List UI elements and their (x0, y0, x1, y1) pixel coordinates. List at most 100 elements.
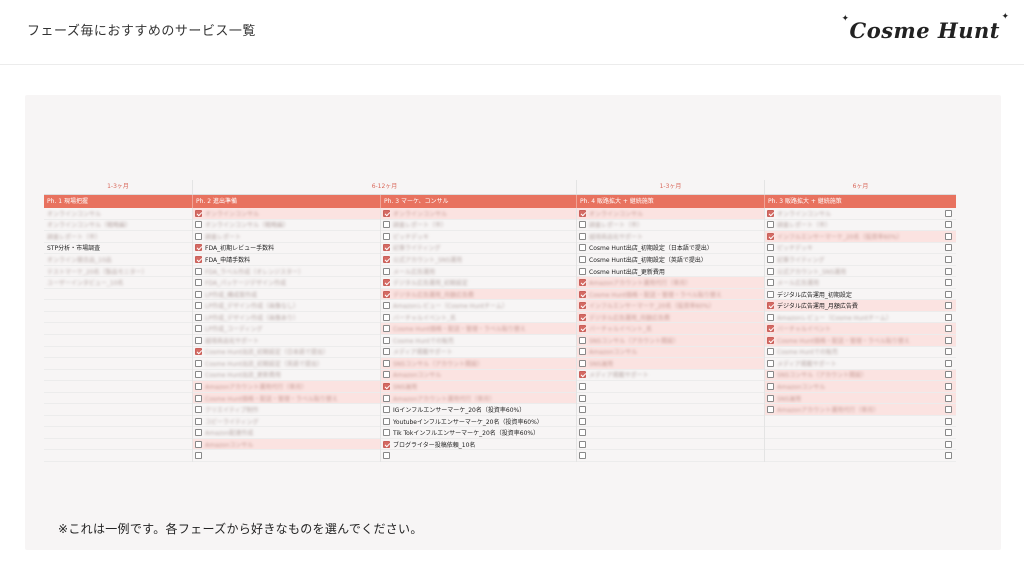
row-checkbox-right[interactable] (945, 406, 952, 414)
row-checkbox[interactable] (767, 336, 774, 344)
row-checkbox-right[interactable] (945, 325, 952, 333)
row-checkbox[interactable] (383, 267, 390, 275)
row-checkbox[interactable] (383, 313, 390, 321)
row-checkbox[interactable] (195, 429, 202, 437)
row-checkbox[interactable] (579, 279, 586, 287)
row-checkbox-right[interactable] (945, 221, 952, 229)
row-checkbox[interactable] (383, 209, 390, 217)
row-checkbox[interactable] (195, 244, 202, 252)
row-checkbox[interactable] (383, 302, 390, 310)
row-checkbox[interactable] (767, 209, 774, 217)
row-checkbox[interactable] (579, 394, 586, 402)
row-checkbox[interactable] (579, 417, 586, 425)
row-checkbox[interactable] (767, 371, 774, 379)
row-checkbox[interactable] (383, 359, 390, 367)
row-checkbox[interactable] (195, 279, 202, 287)
row-checkbox[interactable] (579, 371, 586, 379)
row-checkbox[interactable] (579, 290, 586, 298)
row-checkbox[interactable] (767, 302, 774, 310)
row-checkbox[interactable] (579, 348, 586, 356)
row-checkbox[interactable] (195, 302, 202, 310)
row-checkbox[interactable] (383, 394, 390, 402)
row-checkbox[interactable] (579, 209, 586, 217)
row-checkbox[interactable] (579, 244, 586, 252)
row-checkbox-right[interactable] (945, 371, 952, 379)
row-checkbox-right[interactable] (945, 417, 952, 425)
row-checkbox[interactable] (195, 371, 202, 379)
row-checkbox[interactable] (195, 313, 202, 321)
row-checkbox-right[interactable] (945, 440, 952, 448)
row-checkbox[interactable] (383, 325, 390, 333)
row-checkbox[interactable] (383, 382, 390, 390)
row-checkbox[interactable] (767, 406, 774, 414)
row-checkbox[interactable] (195, 221, 202, 229)
row-checkbox-right[interactable] (945, 359, 952, 367)
row-checkbox[interactable] (195, 325, 202, 333)
row-checkbox[interactable] (767, 267, 774, 275)
row-checkbox[interactable] (383, 429, 390, 437)
row-checkbox[interactable] (383, 348, 390, 356)
row-checkbox-right[interactable] (945, 267, 952, 275)
row-checkbox[interactable] (383, 221, 390, 229)
row-checkbox[interactable] (195, 440, 202, 448)
row-checkbox[interactable] (767, 325, 774, 333)
row-checkbox[interactable] (579, 382, 586, 390)
row-checkbox[interactable] (195, 255, 202, 263)
row-checkbox[interactable] (195, 406, 202, 414)
row-checkbox[interactable] (195, 417, 202, 425)
row-checkbox[interactable] (383, 336, 390, 344)
brand-logo[interactable]: ✦ Cosme Hunt ✦ (841, 10, 1009, 50)
row-checkbox-right[interactable] (945, 302, 952, 310)
row-checkbox[interactable] (383, 279, 390, 287)
row-checkbox-right[interactable] (945, 290, 952, 298)
row-checkbox[interactable] (767, 382, 774, 390)
row-checkbox-right[interactable] (945, 232, 952, 240)
row-checkbox[interactable] (579, 429, 586, 437)
row-checkbox[interactable] (579, 325, 586, 333)
row-checkbox[interactable] (579, 406, 586, 414)
row-checkbox[interactable] (383, 417, 390, 425)
row-checkbox[interactable] (767, 221, 774, 229)
row-checkbox-right[interactable] (945, 244, 952, 252)
row-checkbox[interactable] (383, 255, 390, 263)
row-checkbox[interactable] (383, 290, 390, 298)
row-checkbox[interactable] (195, 336, 202, 344)
row-checkbox[interactable] (579, 232, 586, 240)
row-checkbox[interactable] (195, 232, 202, 240)
row-checkbox[interactable] (579, 359, 586, 367)
row-checkbox[interactable] (383, 371, 390, 379)
row-checkbox[interactable] (579, 267, 586, 275)
row-checkbox[interactable] (195, 452, 202, 460)
row-checkbox[interactable] (579, 313, 586, 321)
row-checkbox-right[interactable] (945, 452, 952, 460)
row-checkbox-right[interactable] (945, 255, 952, 263)
row-checkbox[interactable] (767, 279, 774, 287)
row-checkbox[interactable] (579, 452, 586, 460)
row-checkbox-right[interactable] (945, 313, 952, 321)
row-checkbox-right[interactable] (945, 394, 952, 402)
row-checkbox[interactable] (195, 209, 202, 217)
row-checkbox[interactable] (767, 290, 774, 298)
row-checkbox[interactable] (767, 313, 774, 321)
row-checkbox[interactable] (383, 452, 390, 460)
row-checkbox-right[interactable] (945, 429, 952, 437)
row-checkbox-right[interactable] (945, 382, 952, 390)
row-checkbox-right[interactable] (945, 209, 952, 217)
row-checkbox[interactable] (195, 348, 202, 356)
row-checkbox[interactable] (195, 267, 202, 275)
row-checkbox-right[interactable] (945, 279, 952, 287)
row-checkbox[interactable] (579, 221, 586, 229)
row-checkbox[interactable] (767, 348, 774, 356)
row-checkbox[interactable] (579, 440, 586, 448)
row-checkbox[interactable] (579, 336, 586, 344)
row-checkbox[interactable] (767, 255, 774, 263)
row-checkbox[interactable] (195, 394, 202, 402)
row-checkbox-right[interactable] (945, 336, 952, 344)
row-checkbox[interactable] (383, 232, 390, 240)
row-checkbox[interactable] (579, 302, 586, 310)
row-checkbox[interactable] (767, 359, 774, 367)
row-checkbox[interactable] (383, 406, 390, 414)
row-checkbox[interactable] (579, 255, 586, 263)
row-checkbox-right[interactable] (945, 348, 952, 356)
row-checkbox[interactable] (767, 394, 774, 402)
